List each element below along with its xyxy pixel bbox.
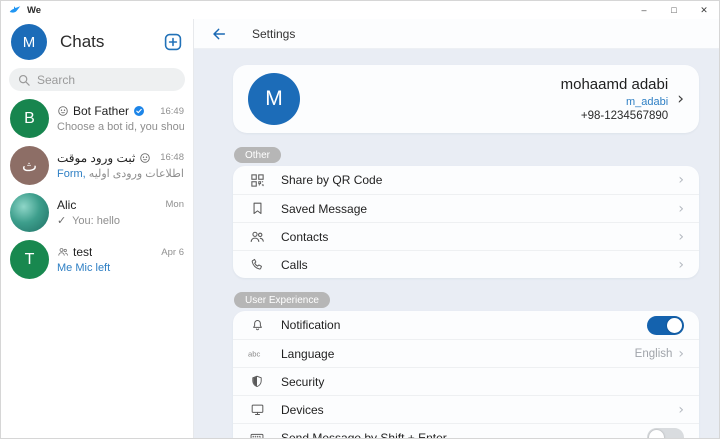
row-saved-message[interactable]: Saved Message ›	[233, 194, 699, 222]
bookmark-icon	[248, 201, 266, 216]
avatar: B	[10, 99, 49, 138]
row-label: Devices	[281, 403, 324, 417]
settings-content: M mohaamd adabi m_adabi +98-1234567890 ›…	[194, 49, 719, 438]
chevron-right-icon: ›	[678, 202, 684, 216]
row-share-by-qr-code[interactable]: Share by QR Code ›	[233, 166, 699, 194]
chat-time: Mon	[166, 199, 184, 210]
chevron-right-icon: ›	[678, 173, 684, 187]
row-label: Send Message by Shift + Enter	[281, 431, 447, 439]
row-label: Language	[281, 347, 334, 361]
other-card: Share by QR Code › Saved Message › Conta…	[233, 166, 699, 278]
chat-preview: Me Mic left	[57, 262, 184, 274]
section-label-user-experience: User Experience	[234, 292, 330, 308]
row-calls[interactable]: Calls ›	[233, 250, 699, 278]
sidebar-header: M Chats	[1, 19, 193, 62]
chat-item-bot-father[interactable]: B Bot Father 16:49 Choose a bot id, you …	[1, 95, 193, 142]
main-layout: M Chats Search B	[1, 19, 719, 438]
chat-preview: Form, اطلاعات ورودی اولیه	[57, 167, 184, 180]
chevron-right-icon: ›	[678, 403, 684, 417]
profile-avatar: M	[248, 73, 300, 125]
verified-icon	[133, 105, 145, 117]
send-shift-enter-toggle[interactable]	[647, 428, 684, 438]
avatar-photo	[10, 193, 49, 232]
app-title: We	[27, 5, 41, 16]
row-label: Contacts	[281, 230, 328, 244]
chevron-right-icon: ›	[677, 89, 684, 109]
settings-title: Settings	[252, 27, 295, 41]
preview-sender: Form,	[57, 168, 86, 180]
contacts-icon	[248, 229, 266, 245]
row-label: Saved Message	[281, 202, 367, 216]
row-send-message-shift-enter[interactable]: Send Message by Shift + Enter	[233, 423, 699, 438]
notification-toggle[interactable]	[647, 316, 684, 335]
qr-code-icon	[248, 173, 266, 188]
chevron-right-icon: ›	[678, 230, 684, 244]
maximize-button[interactable]: □	[659, 1, 689, 19]
monitor-icon	[248, 402, 266, 417]
chat-name: Alic	[57, 198, 76, 212]
app-logo-icon	[9, 4, 21, 16]
close-button[interactable]: ✕	[689, 1, 719, 19]
keyboard-icon	[248, 430, 266, 438]
settings-panel: Settings M mohaamd adabi m_adabi +98-123…	[194, 19, 719, 438]
search-icon	[18, 74, 30, 86]
chat-item-alic[interactable]: Alic Mon ✓ You: hello	[1, 189, 193, 236]
settings-header: Settings	[194, 19, 719, 49]
search-input[interactable]: Search	[9, 68, 185, 91]
row-contacts[interactable]: Contacts ›	[233, 222, 699, 250]
chat-item-test[interactable]: T test Apr 6 Me Mic left	[1, 236, 193, 283]
svg-text:abc: abc	[248, 349, 260, 358]
user-experience-card: Notification abc Language English ›	[233, 311, 699, 438]
window-controls: – □ ✕	[629, 1, 719, 19]
profile-username: m_adabi	[561, 96, 669, 108]
row-label: Security	[281, 375, 324, 389]
row-label: Share by QR Code	[281, 173, 382, 187]
bell-icon	[248, 318, 266, 333]
row-label: Notification	[281, 318, 340, 332]
chat-time: 16:48	[160, 152, 184, 163]
row-label: Calls	[281, 258, 308, 272]
chat-preview: Choose a bot id, you should select bot w	[57, 121, 184, 133]
back-button[interactable]	[211, 26, 227, 42]
bot-icon	[57, 105, 69, 117]
chat-preview: ✓ You: hello	[57, 214, 184, 227]
preview-text: اطلاعات ورودی اولیه	[89, 168, 184, 180]
chevron-right-icon: ›	[678, 258, 684, 272]
abc-icon: abc	[248, 347, 266, 360]
chat-time: Apr 6	[161, 247, 184, 258]
chat-name: ثبت ورود موقت	[57, 151, 135, 165]
chat-time: 16:49	[160, 106, 184, 117]
row-security[interactable]: Security	[233, 367, 699, 395]
chat-item-sabt-vorood[interactable]: ث ثبت ورود موقت 16:48 Form, اطلاعات ورود…	[1, 142, 193, 189]
plus-icon	[164, 33, 182, 51]
chats-title: Chats	[60, 32, 104, 52]
profile-card[interactable]: M mohaamd adabi m_adabi +98-1234567890 ›	[233, 65, 699, 133]
minimize-button[interactable]: –	[629, 1, 659, 19]
preview-text: You: hello	[72, 215, 120, 227]
search-placeholder: Search	[37, 73, 75, 87]
row-devices[interactable]: Devices ›	[233, 395, 699, 423]
group-icon	[57, 246, 69, 258]
chevron-right-icon: ›	[678, 347, 684, 361]
chats-sidebar: M Chats Search B	[1, 19, 194, 438]
language-value: English	[635, 348, 673, 360]
row-language[interactable]: abc Language English ›	[233, 339, 699, 367]
phone-icon	[248, 257, 266, 272]
profile-name: mohaamd adabi	[561, 76, 669, 93]
avatar: ث	[10, 146, 49, 185]
profile-phone: +98-1234567890	[561, 110, 669, 122]
back-arrow-icon	[211, 26, 227, 42]
bot-icon	[139, 152, 151, 164]
sent-check-icon: ✓	[57, 215, 66, 227]
chat-list: B Bot Father 16:49 Choose a bot id, you …	[1, 95, 193, 438]
chat-name: test	[73, 245, 92, 259]
user-avatar[interactable]: M	[11, 24, 47, 60]
new-chat-button[interactable]	[164, 33, 182, 51]
avatar: T	[10, 240, 49, 279]
chat-name: Bot Father	[73, 104, 129, 118]
row-notification[interactable]: Notification	[233, 311, 699, 339]
window-titlebar: We – □ ✕	[1, 1, 719, 19]
section-label-other: Other	[234, 147, 281, 163]
shield-icon	[248, 374, 266, 389]
